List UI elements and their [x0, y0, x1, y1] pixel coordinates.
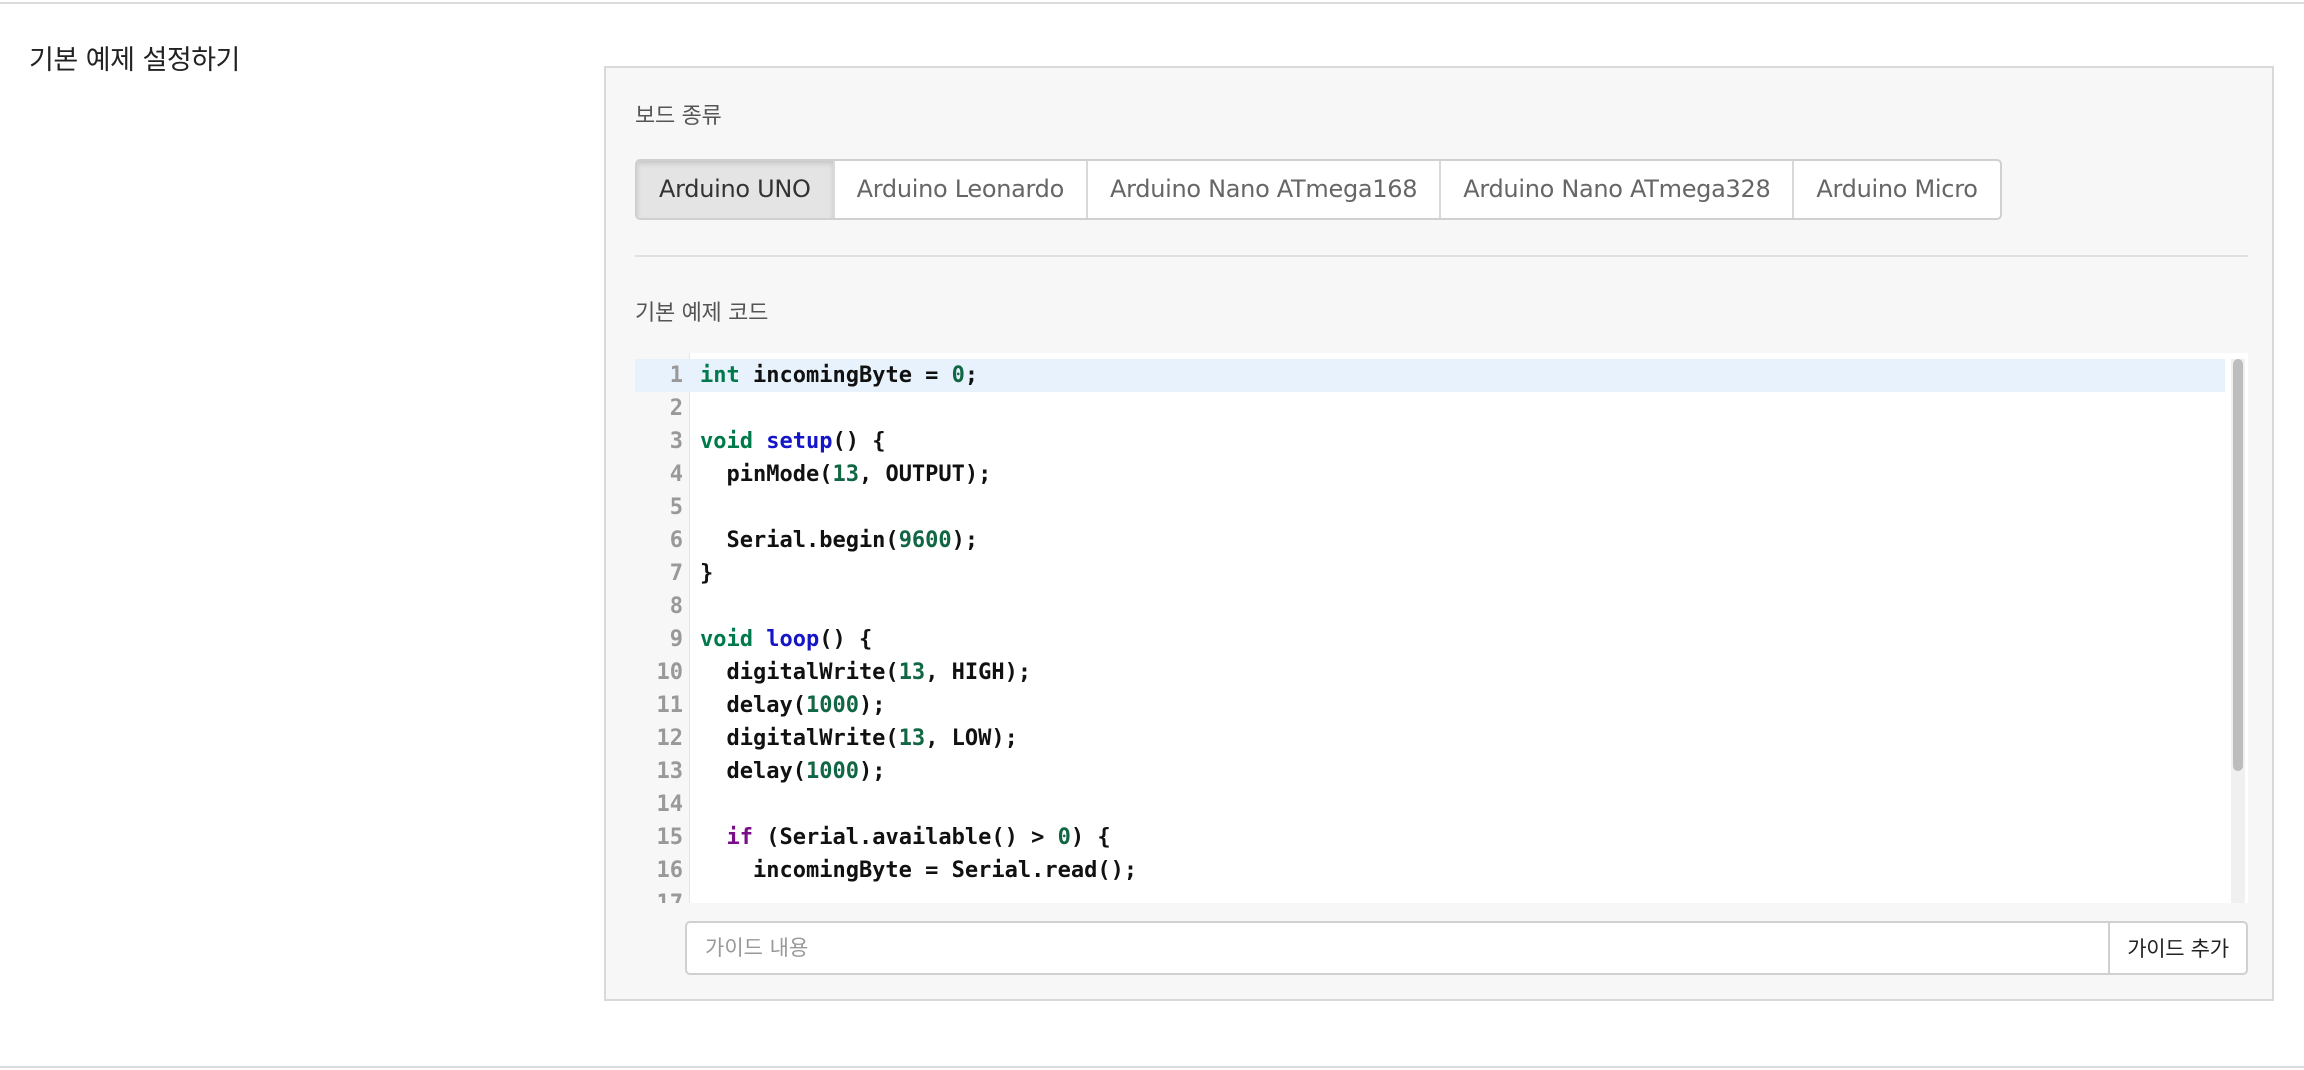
board-option-arduino-uno[interactable]: Arduino UNO	[637, 161, 835, 218]
board-option-arduino-micro[interactable]: Arduino Micro	[1794, 161, 1999, 218]
code-line[interactable]: 8	[635, 590, 2225, 623]
code-line[interactable]: 10 digitalWrite(13, HIGH);	[635, 656, 2225, 689]
line-number: 7	[669, 561, 683, 586]
code-text: Serial.begin(9600);	[700, 528, 979, 553]
code-text: delay(1000);	[700, 693, 886, 718]
line-number: 8	[669, 594, 683, 619]
line-number: 2	[669, 396, 683, 421]
code-line[interactable]: 3 void setup() {	[635, 425, 2225, 458]
code-text: void setup() {	[700, 429, 886, 454]
code-line[interactable]: 15 if (Serial.available() > 0) {	[635, 821, 2225, 854]
line-number: 16	[656, 858, 684, 883]
code-line[interactable]: 4 pinMode(13, OUTPUT);	[635, 458, 2225, 491]
code-line[interactable]: 2	[635, 392, 2225, 425]
code-text: int incomingByte = 0;	[700, 363, 979, 388]
code-line[interactable]: 5	[635, 491, 2225, 524]
line-number: 5	[669, 495, 683, 520]
line-number: 11	[656, 693, 684, 718]
code-line[interactable]: 14	[635, 788, 2225, 821]
board-type-label: 보드 종류	[635, 104, 722, 129]
guide-input-row: 가이드 추가	[685, 921, 2248, 975]
line-number: 4	[669, 462, 683, 487]
board-option-arduino-leonardo[interactable]: Arduino Leonardo	[835, 161, 1089, 218]
code-line[interactable]: 16 incomingByte = Serial.read();	[635, 854, 2225, 887]
code-line[interactable]: 9 void loop() {	[635, 623, 2225, 656]
code-line[interactable]: 1 int incomingByte = 0;	[635, 359, 2225, 392]
line-number: 10	[656, 660, 684, 685]
code-line[interactable]: 6 Serial.begin(9600);	[635, 524, 2225, 557]
board-option-arduino-nano-atmega168[interactable]: Arduino Nano ATmega168	[1088, 161, 1442, 218]
code-line[interactable]: 11 delay(1000);	[635, 689, 2225, 722]
editor-scrollbar-thumb[interactable]	[2233, 359, 2243, 771]
code-text: incomingByte = Serial.read();	[700, 858, 1138, 883]
line-number: 12	[656, 726, 684, 751]
line-number: 17	[635, 887, 684, 903]
code-text: digitalWrite(13, HIGH);	[700, 660, 1032, 685]
line-number: 3	[669, 429, 683, 454]
line-number: 14	[656, 792, 684, 817]
board-option-arduino-nano-atmega328[interactable]: Arduino Nano ATmega328	[1441, 161, 1795, 218]
code-text: pinMode(13, OUTPUT);	[700, 462, 992, 487]
line-number: 15	[656, 825, 684, 850]
code-line[interactable]: 7}	[635, 557, 2225, 590]
add-guide-button[interactable]: 가이드 추가	[2108, 921, 2248, 975]
line-number: 6	[669, 528, 683, 553]
code-lines: 1 int incomingByte = 0; 2 3 void setup() { 4 …	[635, 359, 2225, 903]
code-text: delay(1000);	[700, 759, 886, 784]
code-line[interactable]: 17	[635, 887, 2225, 903]
editor-scrollbar[interactable]	[2231, 359, 2245, 903]
board-type-button-group: Arduino UNO Arduino Leonardo Arduino Nan…	[635, 159, 2002, 220]
guide-content-input[interactable]	[685, 921, 2108, 975]
section-title: 기본 예제 설정하기	[29, 45, 240, 76]
top-divider	[0, 2, 2304, 4]
code-text: if (Serial.available() > 0) {	[726, 825, 1111, 850]
line-number: 1	[669, 363, 683, 388]
line-number: 9	[669, 627, 683, 652]
code-line[interactable]: 12 digitalWrite(13, LOW);	[635, 722, 2225, 755]
bottom-divider	[0, 1066, 2304, 1068]
settings-panel: 보드 종류 Arduino UNO Arduino Leonardo Ardui…	[604, 66, 2274, 1001]
line-number: 13	[656, 759, 684, 784]
code-text: void loop() {	[700, 627, 873, 652]
example-code-label: 기본 예제 코드	[635, 301, 769, 326]
code-editor[interactable]: 1 int incomingByte = 0; 2 3 void setup() { 4 …	[635, 353, 2248, 903]
code-text: }	[700, 561, 714, 586]
code-line[interactable]: 13 delay(1000);	[635, 755, 2225, 788]
panel-divider	[635, 255, 2248, 257]
code-text: digitalWrite(13, LOW);	[700, 726, 1018, 751]
